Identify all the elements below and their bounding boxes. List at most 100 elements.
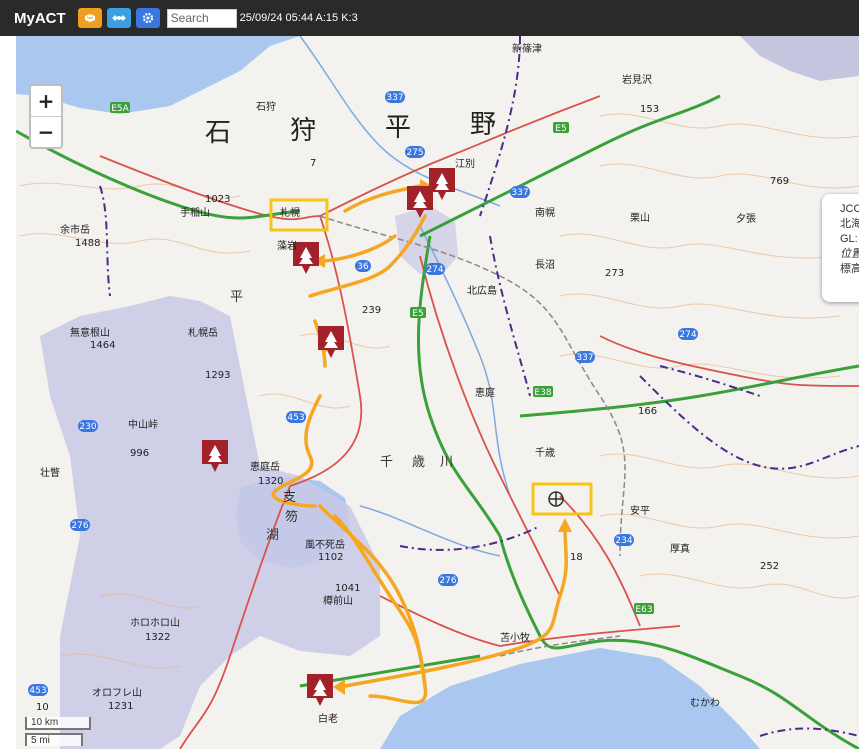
scale-km: 10 km xyxy=(25,717,91,730)
map-label: 白老 xyxy=(318,712,338,725)
zoom-in-button[interactable]: + xyxy=(31,86,61,116)
svg-text:276: 276 xyxy=(439,576,456,586)
map-label: 藻岩 xyxy=(277,239,297,252)
search-input[interactable] xyxy=(166,8,237,28)
map-label: 10 xyxy=(36,702,49,713)
map-label: 1322 xyxy=(145,632,170,643)
map-label: 恵庭岳 xyxy=(250,460,280,473)
map-label: 273 xyxy=(605,268,624,279)
svg-text:E5: E5 xyxy=(412,309,423,319)
map-label: 1488 xyxy=(75,238,100,249)
route-shield-275: 275 xyxy=(405,146,425,158)
map-label: 栗山 xyxy=(630,212,650,224)
map-label: 恵庭 xyxy=(475,386,495,399)
zoom-out-button[interactable]: − xyxy=(31,116,61,147)
svg-text:453: 453 xyxy=(287,413,304,423)
map-container[interactable]: E5A 337 E5 275 337 274 36 E5 274 337 E38… xyxy=(0,36,859,749)
map-label: 長沼 xyxy=(535,258,555,271)
route-shield-337b: 337 xyxy=(510,186,530,198)
route-shield-274: 274 xyxy=(425,263,445,275)
map-left-margin xyxy=(0,36,16,749)
map-label: 川 xyxy=(440,455,453,470)
map-label: 1102 xyxy=(318,552,343,563)
route-shield-e5a: E5A xyxy=(110,102,130,114)
svg-text:276: 276 xyxy=(71,521,88,531)
map-label: 18 xyxy=(570,552,583,563)
svg-text:E38: E38 xyxy=(534,388,551,398)
map-label: 千 xyxy=(380,455,393,470)
svg-text:337: 337 xyxy=(511,188,528,198)
map-label: 厚真 xyxy=(670,542,690,555)
map-label: 1464 xyxy=(90,340,115,351)
map-label: 岩見沢 xyxy=(622,73,652,86)
map-label: 153 xyxy=(640,104,659,115)
top-navbar: MyACT 25/09/24 05:44 A:15 K:3 xyxy=(0,0,859,36)
map-label: 239 xyxy=(362,305,381,316)
airport-icon xyxy=(548,491,564,507)
route-shield-230: 230 xyxy=(78,420,98,432)
map-label: ホロホロ山 xyxy=(130,617,180,629)
map-label: 石狩 xyxy=(256,100,276,113)
map-label: 769 xyxy=(770,176,789,187)
map-label: 252 xyxy=(760,561,779,572)
satellite-button[interactable] xyxy=(106,8,131,28)
map-label: 壮瞥 xyxy=(40,466,60,479)
layers-button[interactable] xyxy=(77,8,102,28)
svg-text:453: 453 xyxy=(29,686,46,696)
route-shield-e38: E38 xyxy=(533,386,553,398)
map-canvas[interactable]: E5A 337 E5 275 337 274 36 E5 274 337 E38… xyxy=(16,36,859,749)
app-title[interactable]: MyACT xyxy=(14,10,66,27)
route-shield-337c: 337 xyxy=(575,351,595,363)
map-label: 1041 xyxy=(335,583,360,594)
svg-text:337: 337 xyxy=(576,353,593,363)
svg-text:274: 274 xyxy=(679,330,696,340)
map-label: むかわ xyxy=(690,697,720,709)
svg-text:337: 337 xyxy=(386,93,403,103)
map-label: 南幌 xyxy=(535,206,555,219)
route-shield-36: 36 xyxy=(355,260,371,272)
route-shield-274b: 274 xyxy=(678,328,698,340)
map-label: 中山峠 xyxy=(128,418,158,431)
settings-button[interactable] xyxy=(135,8,160,28)
map-label: 996 xyxy=(130,448,149,459)
satellite-icon xyxy=(111,15,126,21)
route-shield-234: 234 xyxy=(614,534,634,546)
map-label: 風不死岳 xyxy=(305,539,345,551)
map-label: 手稲山 xyxy=(180,206,210,219)
map-label: 無意根山 xyxy=(70,326,110,339)
map-label: 1231 xyxy=(108,701,133,712)
popup-line: 北海 xyxy=(840,218,859,230)
svg-text:E63: E63 xyxy=(635,605,652,615)
popup-line: GL: xyxy=(840,233,858,245)
popup-line: JCC xyxy=(840,203,859,215)
scale-mi: 5 mi xyxy=(25,733,83,746)
map-label: 札幌 xyxy=(280,206,300,219)
route-shield-337: 337 xyxy=(385,91,405,103)
map-label: 歳 xyxy=(412,455,425,470)
map-label: 笏 xyxy=(285,509,298,525)
route-shield-276: 276 xyxy=(70,519,90,531)
svg-text:E5A: E5A xyxy=(111,104,129,114)
svg-text:275: 275 xyxy=(406,148,423,158)
map-label: 江別 xyxy=(455,158,475,170)
map-label: 安平 xyxy=(630,504,650,517)
popup-line: 標高 xyxy=(840,263,859,275)
route-shield-453: 453 xyxy=(286,411,306,423)
route-shield-e63: E63 xyxy=(634,603,654,615)
map-label: 1293 xyxy=(205,370,230,381)
svg-text:E5: E5 xyxy=(555,124,566,134)
map-label: 石 xyxy=(205,118,231,148)
map-label: 平 xyxy=(385,113,411,143)
map-label: 苫小牧 xyxy=(500,631,530,644)
route-shield-453b: 453 xyxy=(28,684,48,696)
map-label: 7 xyxy=(310,158,316,169)
map-label: 夕張 xyxy=(736,213,756,225)
svg-text:274: 274 xyxy=(426,265,443,275)
map-label: 余市岳 xyxy=(60,223,90,236)
map-label: 新篠津 xyxy=(512,42,542,55)
zoom-control: + − xyxy=(29,84,63,149)
info-popup[interactable]: JCC 北海 GL: 位置 標高 xyxy=(822,194,859,302)
map-layers-icon xyxy=(84,14,95,22)
map-label: 樽前山 xyxy=(323,594,353,607)
map-label: 狩 xyxy=(290,116,316,146)
